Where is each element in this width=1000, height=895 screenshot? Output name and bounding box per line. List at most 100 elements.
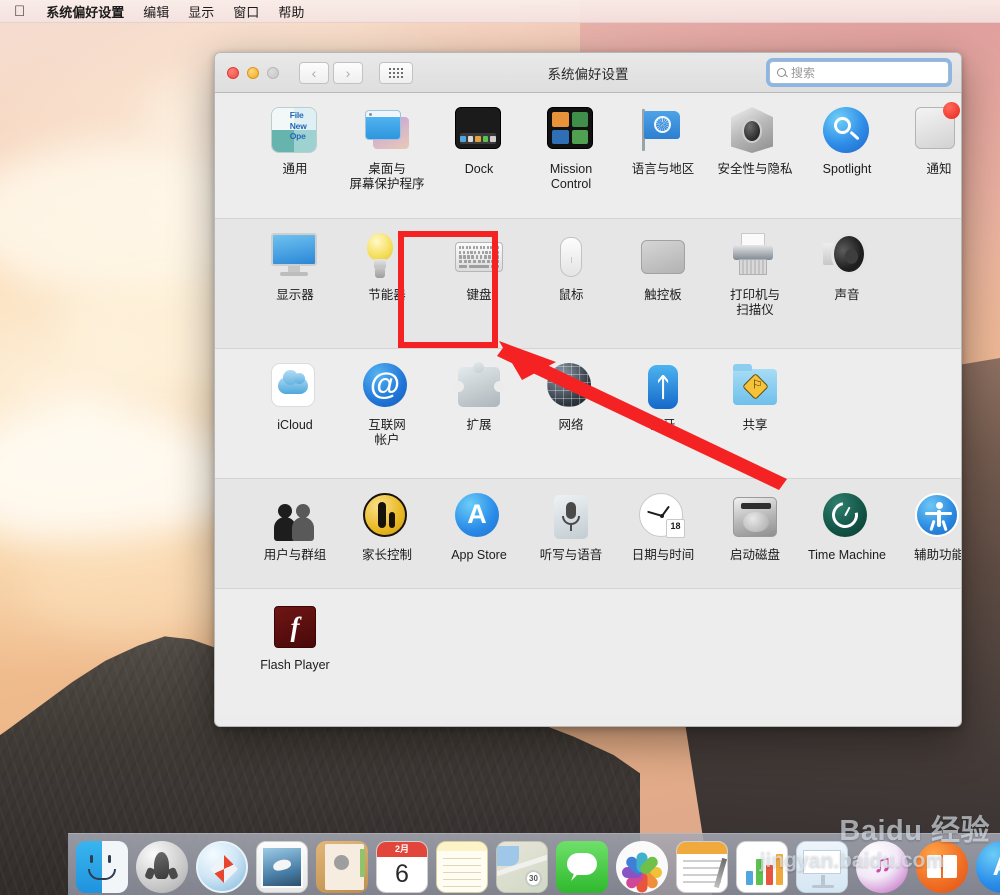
row-system: 用户与群组 家长控制 A App Store 听写与语音 18 日期与时间 启动… [215,479,961,589]
pref-label: Mission Control [549,162,593,192]
dock-item-notes[interactable] [436,841,488,893]
pref-label: 通用 [282,162,308,176]
search-input[interactable]: 搜索 [769,61,949,84]
calendar-day: 6 [395,860,409,888]
calendar-badge: 18 [666,519,685,538]
printer-icon [731,233,779,281]
dock-item-keynote[interactable] [796,841,848,893]
pref-pane-dictation-speech[interactable]: 听写与语音 [525,493,617,563]
flash-glyph: f [274,606,316,648]
pref-pane-accessibility[interactable]: 辅助功能 [893,493,961,563]
calendar-month: 2月 [377,842,427,857]
menu-item-app[interactable]: 系统偏好设置 [46,2,124,21]
bluetooth-icon: ᛏ [639,363,687,411]
dock-item-itunes[interactable]: ♫ [856,841,908,893]
pref-pane-desktop-screensaver[interactable]: 桌面与 屏幕保护程序 [341,107,433,193]
pref-label: 扩展 [466,418,492,432]
nav-buttons: ‹ › [299,61,363,84]
back-button[interactable]: ‹ [299,61,329,84]
pref-pane-app-store[interactable]: A App Store [433,493,525,563]
pref-label: 用户与群组 [263,548,327,562]
pref-pane-sharing[interactable]: 共享 [709,363,801,433]
apple-logo-icon[interactable]:  [14,4,25,19]
dock-item-ibooks[interactable] [916,841,968,893]
pref-pane-sound[interactable]: 声音 [801,233,893,303]
pref-label: App Store [451,548,507,562]
pref-pane-mouse[interactable]: 鼠标 [525,233,617,303]
pref-pane-mission-control[interactable]: Mission Control [525,107,617,193]
pref-pane-notifications[interactable]: 通知 [893,102,961,177]
row-hardware: 显示器 节能器 键盘 鼠标 触控板 打印机与 扫描仪 声音 [215,219,961,349]
pref-label: 蓝牙 [650,418,676,432]
pref-pane-general[interactable]: File New Ope 通用 [249,107,341,177]
pref-pane-spotlight[interactable]: Spotlight [801,107,893,177]
pref-pane-keyboard[interactable]: 键盘 [433,233,525,303]
pref-pane-bluetooth[interactable]: ᛏ 蓝牙 [617,363,709,433]
traffic-lights [227,66,279,79]
pref-pane-parental-controls[interactable]: 家长控制 [341,493,433,563]
dock-item-launchpad[interactable] [136,841,188,893]
pref-label: 互联网 帐户 [368,418,406,448]
pref-pane-internet-accounts[interactable]: @ 互联网 帐户 [341,363,433,449]
lightbulb-icon [363,233,411,281]
notification-icon [915,102,961,155]
pref-label: 安全性与隐私 [717,162,793,176]
pref-pane-energy-saver[interactable]: 节能器 [341,233,433,303]
dock-item-photos[interactable] [616,841,668,893]
pref-pane-trackpad[interactable]: 触控板 [617,233,709,303]
menu-bar:  系统偏好设置 编辑 显示 窗口 帮助 [0,0,1000,23]
search-icon [777,68,786,77]
minimize-button[interactable] [247,66,259,79]
dock-item-appstore[interactable]: A [976,841,1000,893]
trackpad-icon [639,233,687,281]
zoom-button[interactable] [267,66,279,79]
pref-label: 节能器 [368,288,406,302]
microphone-icon [547,493,595,541]
flash-icon: f [271,603,319,651]
dock-item-contacts[interactable] [316,841,368,893]
dock-item-maps[interactable]: 30 [496,841,548,893]
security-house-icon [731,107,779,155]
pref-label: 辅助功能 [913,548,961,562]
pref-pane-dock[interactable]: Dock [433,107,525,177]
menu-item-view[interactable]: 显示 [188,2,214,21]
menu-item-edit[interactable]: 编辑 [143,2,169,21]
speaker-icon [823,233,871,281]
pref-pane-icloud[interactable]: iCloud [249,363,341,433]
pref-pane-printers-scanners[interactable]: 打印机与 扫描仪 [709,233,801,319]
pref-pane-displays[interactable]: 显示器 [249,233,341,303]
forward-button[interactable]: › [333,61,363,84]
pref-pane-date-time[interactable]: 18 日期与时间 [617,493,709,563]
dock-item-mail[interactable] [256,841,308,893]
pref-pane-flash-player[interactable]: f Flash Player [249,603,341,673]
pref-label: 日期与时间 [631,548,695,562]
menu-item-window[interactable]: 窗口 [233,2,259,21]
pref-label: 桌面与 屏幕保护程序 [349,162,425,192]
pref-pane-extensions[interactable]: 扩展 [433,362,525,433]
pref-label: 声音 [834,288,860,302]
harddisk-icon [731,493,779,541]
show-all-button[interactable] [379,61,413,84]
pref-label: iCloud [277,418,313,432]
dock-item-messages[interactable] [556,841,608,893]
dock-item-safari[interactable] [196,841,248,893]
pref-pane-users-groups[interactable]: 用户与群组 [249,493,341,563]
dock-item-finder[interactable] [76,841,128,893]
dock-item-numbers[interactable] [736,841,788,893]
window-titlebar: ‹ › 系统偏好设置 搜索 [215,53,961,93]
pref-pane-time-machine[interactable]: Time Machine [801,493,893,563]
dock-item-pages[interactable] [676,841,728,893]
pref-pane-network[interactable]: 网络 [525,363,617,433]
notification-badge [943,102,960,119]
maps-pin-label: 30 [525,870,542,887]
mission-control-icon [547,107,595,155]
display-icon [271,233,319,281]
dock-item-calendar[interactable]: 2月 6 [376,841,428,893]
pref-pane-startup-disk[interactable]: 启动磁盘 [709,493,801,563]
menu-item-help[interactable]: 帮助 [278,2,304,21]
pref-label: 共享 [742,418,768,432]
pref-pane-security-privacy[interactable]: 安全性与隐私 [709,107,801,177]
pref-label: 听写与语音 [539,548,603,562]
pref-pane-language-region[interactable]: 语言与地区 [617,107,709,177]
close-button[interactable] [227,66,239,79]
